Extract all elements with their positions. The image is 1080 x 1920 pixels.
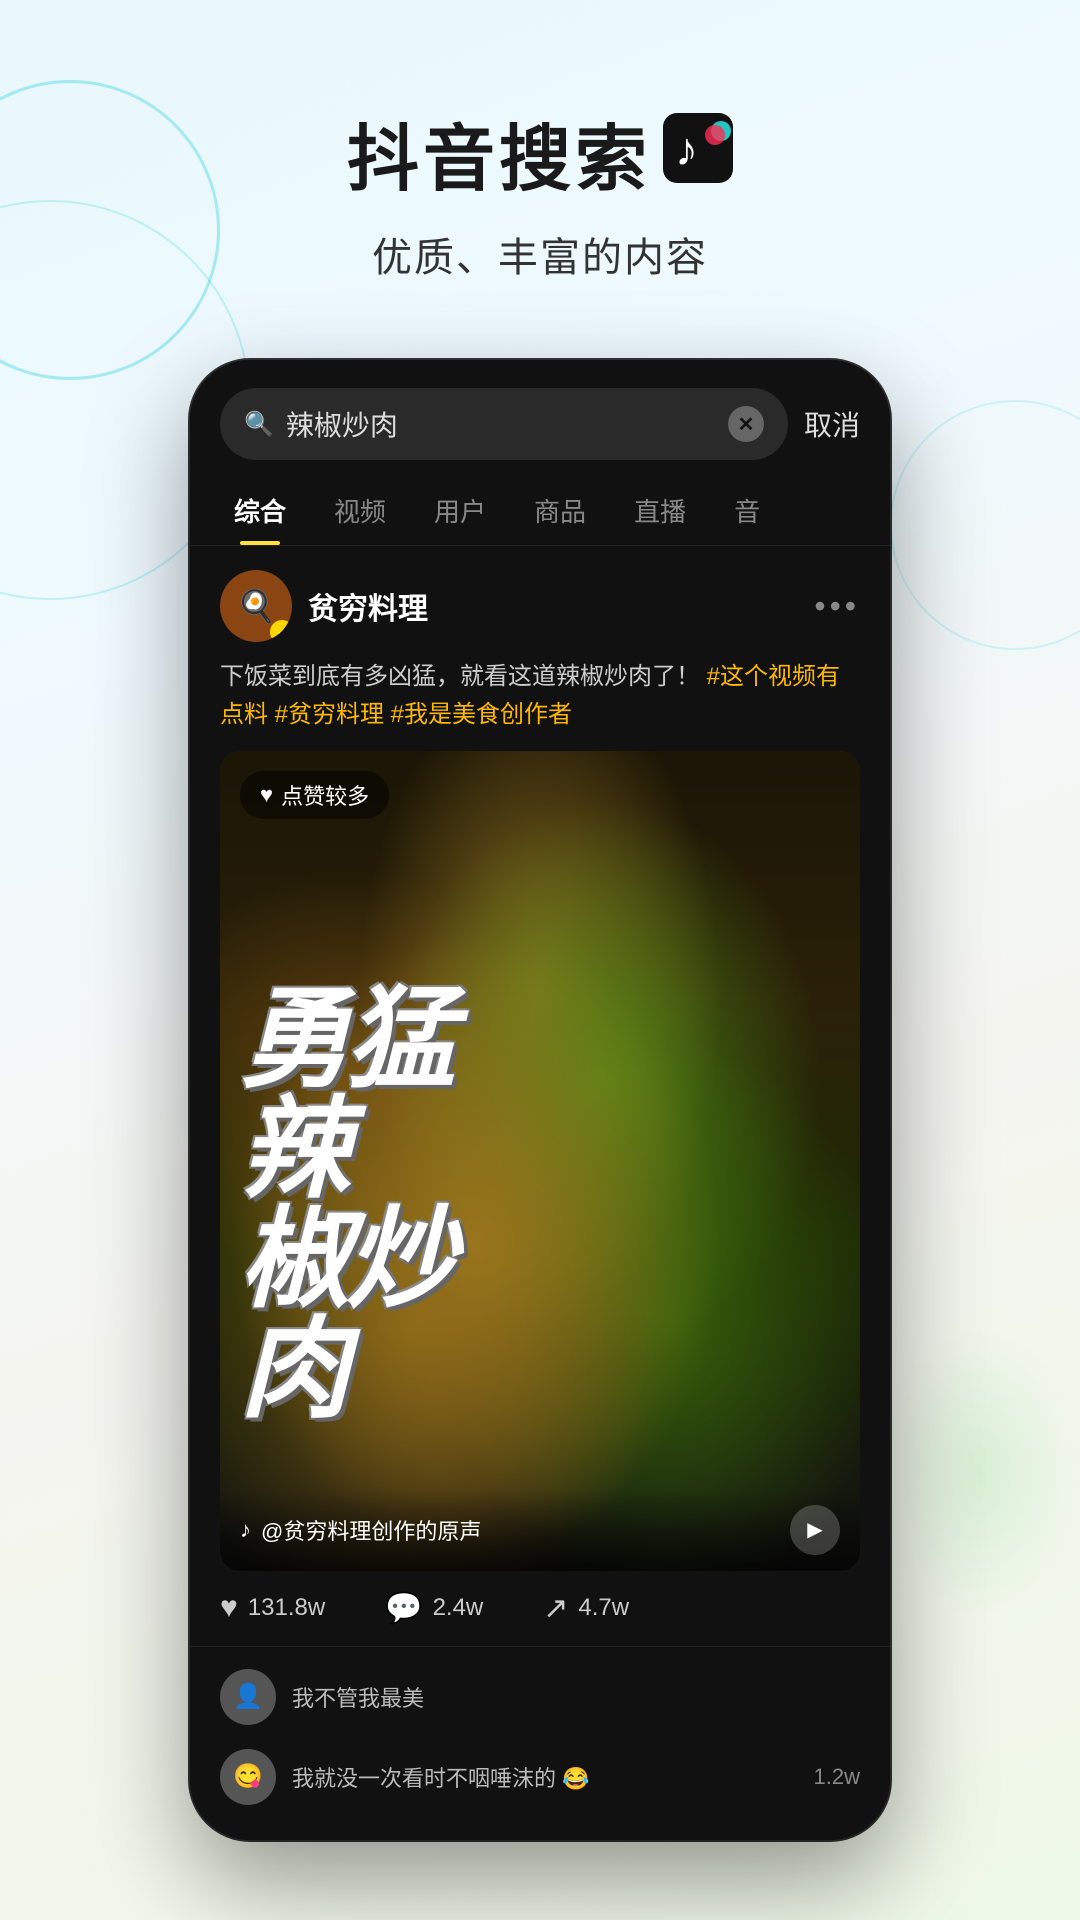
- search-input-wrap[interactable]: 🔍 辣椒炒肉 ✕: [220, 388, 788, 460]
- subtitle: 优质、丰富的内容: [0, 225, 1080, 283]
- video-big-text-line1: 勇猛: [240, 985, 452, 1095]
- shares-number: 4.7w: [578, 1594, 629, 1622]
- tiktok-small-icon: ♪: [240, 1517, 251, 1543]
- audio-info: ♪ @贫穷料理创作的原声: [240, 1514, 481, 1546]
- video-audio-bar: ♪ @贫穷料理创作的原声 ▶: [220, 1489, 860, 1571]
- post-text-normal: 下饭菜到底有多凶猛，就看这道辣椒炒肉了！: [220, 663, 700, 690]
- likes-number: 131.8w: [248, 1594, 325, 1622]
- svg-text:♪: ♪: [675, 124, 698, 175]
- heart-icon: ♥: [220, 1591, 238, 1625]
- bg-circle-3: [890, 400, 1080, 650]
- comment-text-1: 我不管我最美: [292, 1681, 860, 1713]
- post-text: 下饭菜到底有多凶猛，就看这道辣椒炒肉了！ #这个视频有点料 #贫穷料理 #我是美…: [190, 658, 890, 751]
- username[interactable]: 贫穷料理: [308, 584, 428, 628]
- shares-count[interactable]: ↗ 4.7w: [543, 1591, 629, 1626]
- tab-comprehensive[interactable]: 综合: [210, 476, 310, 545]
- heart-icon: ♥: [260, 782, 273, 808]
- title-row: 抖音搜索 ♪: [0, 100, 1080, 205]
- verified-badge: ✓: [270, 620, 292, 642]
- comment-avatar-2: 😋: [220, 1749, 276, 1805]
- main-title: 抖音搜索: [347, 100, 651, 205]
- clear-button[interactable]: ✕: [728, 406, 764, 442]
- share-icon: ↗: [543, 1591, 568, 1626]
- video-text-overlay: 勇猛 辣 椒炒 肉: [240, 985, 452, 1425]
- tab-audio[interactable]: 音: [710, 476, 784, 545]
- play-button[interactable]: ▶: [790, 1505, 840, 1555]
- audio-text: @贫穷料理创作的原声: [261, 1514, 481, 1546]
- tabs-row: 综合 视频 用户 商品 直播 音: [190, 476, 890, 546]
- avatar[interactable]: 🍳 ✓: [220, 570, 292, 642]
- like-badge-text: 点赞较多: [281, 779, 369, 811]
- comments-number: 2.4w: [433, 1594, 484, 1622]
- video-big-text-line3: 椒炒: [240, 1205, 452, 1315]
- search-bar: 🔍 辣椒炒肉 ✕ 取消: [190, 360, 890, 476]
- user-info: 🍳 ✓ 贫穷料理: [220, 570, 428, 642]
- video-big-text-line2: 辣: [240, 1095, 452, 1205]
- bg-blob-right: [880, 1320, 1080, 1620]
- more-button[interactable]: •••: [814, 588, 860, 625]
- tab-product[interactable]: 商品: [510, 476, 610, 545]
- video-big-text-line4: 肉: [240, 1315, 452, 1425]
- search-icon: 🔍: [244, 410, 274, 439]
- tab-user[interactable]: 用户: [410, 476, 510, 545]
- video-like-badge: ♥ 点赞较多: [240, 771, 389, 819]
- cancel-button[interactable]: 取消: [804, 404, 860, 444]
- video-container[interactable]: ♥ 点赞较多 勇猛 辣 椒炒 肉 ♪ @贫穷料理创作的原声: [220, 751, 860, 1571]
- comment-item-1: 👤 我不管我最美: [220, 1657, 860, 1737]
- tab-live[interactable]: 直播: [610, 476, 710, 545]
- phone-frame: 🔍 辣椒炒肉 ✕ 取消 综合 视频 用户 商品 直播 音: [190, 360, 890, 1840]
- comment-item-2: 😋 我就没一次看时不咽唾沫的 😂 1.2w: [220, 1737, 860, 1817]
- tiktok-logo-icon: ♪: [663, 113, 733, 183]
- likes-count[interactable]: ♥ 131.8w: [220, 1591, 325, 1625]
- post-header: 🍳 ✓ 贫穷料理 •••: [190, 546, 890, 658]
- content-area: 🍳 ✓ 贫穷料理 ••• 下饭菜到底有多凶猛，就看这道辣椒炒肉了！ #这个视频有…: [190, 546, 890, 1840]
- comments-count[interactable]: 💬 2.4w: [385, 1591, 483, 1626]
- comment-count-2: 1.2w: [814, 1764, 860, 1790]
- search-query-text: 辣椒炒肉: [286, 404, 716, 444]
- phone-container: 🔍 辣椒炒肉 ✕ 取消 综合 视频 用户 商品 直播 音: [190, 360, 890, 1840]
- engagement-row: ♥ 131.8w 💬 2.4w ↗ 4.7w: [190, 1571, 890, 1646]
- comment-text-2: 我就没一次看时不咽唾沫的 😂: [292, 1761, 798, 1793]
- comment-preview: 👤 我不管我最美 😋 我就没一次看时不咽唾沫的 😂 1.2w: [190, 1646, 890, 1827]
- phone-screen: 🔍 辣椒炒肉 ✕ 取消 综合 视频 用户 商品 直播 音: [190, 360, 890, 1840]
- comment-avatar-1: 👤: [220, 1669, 276, 1725]
- tab-video[interactable]: 视频: [310, 476, 410, 545]
- header-section: 抖音搜索 ♪ 优质、丰富的内容: [0, 0, 1080, 343]
- comment-icon: 💬: [385, 1591, 422, 1626]
